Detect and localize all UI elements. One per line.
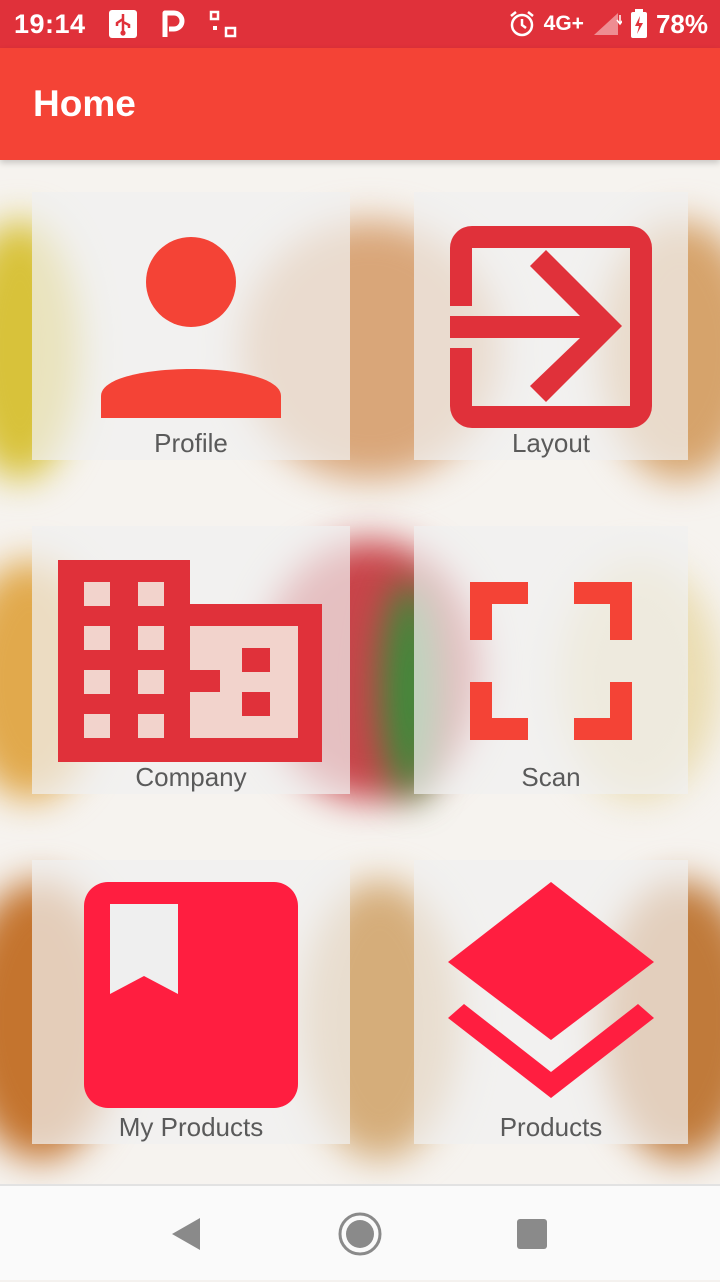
status-time: 19:14 <box>14 8 86 39</box>
screen-cast-icon <box>208 9 238 39</box>
tile-label-profile: Profile <box>154 428 228 458</box>
home-button[interactable] <box>300 1186 420 1282</box>
bookmark-book-icon <box>84 882 298 1108</box>
person-icon <box>101 237 281 418</box>
app-bar: Home <box>0 48 720 160</box>
status-bar: 19:14 4G+ 78% <box>0 0 720 48</box>
login-arrow-icon <box>450 226 652 428</box>
tile-layout[interactable]: Layout <box>414 192 688 460</box>
tile-company[interactable]: Company <box>32 526 350 794</box>
system-nav-bar <box>0 1184 720 1280</box>
p-notification-icon <box>160 9 186 39</box>
tile-label-layout: Layout <box>511 428 591 458</box>
tile-profile[interactable]: Profile <box>32 192 350 460</box>
alarm-icon <box>508 10 536 38</box>
recents-button[interactable] <box>472 1186 592 1282</box>
tile-label-products: Products <box>499 1112 603 1142</box>
battery-level: 78% <box>655 8 708 39</box>
tile-label-scan: Scan <box>521 762 581 792</box>
building-icon <box>58 560 322 762</box>
page-title: Home <box>33 83 136 124</box>
network-type: 4G+ <box>543 12 584 35</box>
tile-label-company: Company <box>135 762 247 792</box>
tile-products[interactable]: Products <box>414 860 688 1144</box>
tile-label-my-products: My Products <box>118 1112 264 1142</box>
recents-icon <box>517 1219 547 1249</box>
battery-charging-icon <box>630 9 648 39</box>
tile-scan[interactable]: Scan <box>414 526 688 794</box>
back-icon <box>172 1218 200 1250</box>
tile-my-products[interactable]: My Products <box>32 860 350 1144</box>
usb-icon <box>108 9 138 39</box>
scan-frame-icon <box>470 582 632 740</box>
layers-icon <box>448 882 654 1098</box>
home-icon <box>338 1212 382 1256</box>
back-button[interactable] <box>126 1186 246 1282</box>
dashboard-grid: Profile Layout Company Scan My Products … <box>0 160 720 1184</box>
signal-icon <box>592 11 622 37</box>
